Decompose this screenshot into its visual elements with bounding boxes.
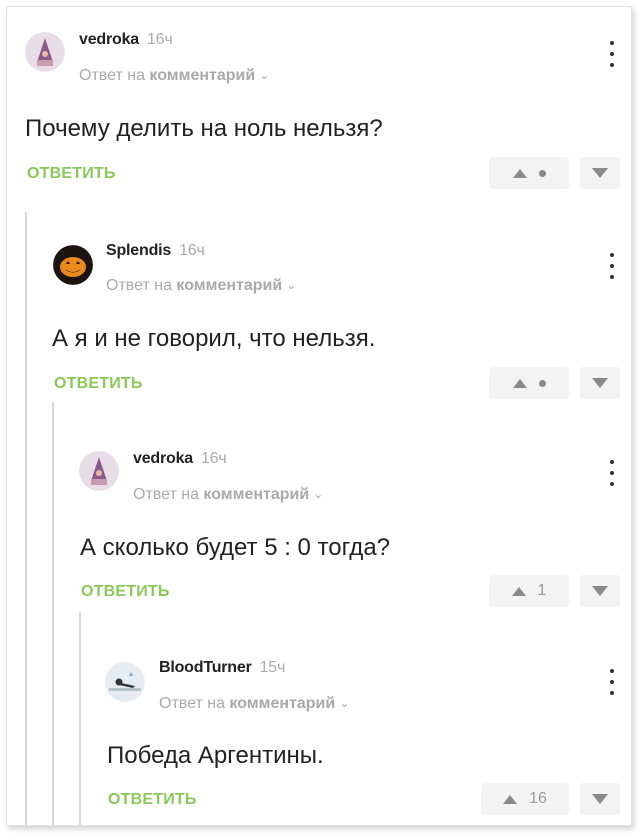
rating-dot — [538, 379, 546, 387]
kebab-menu-icon[interactable] — [607, 669, 617, 695]
thread-line-level-1 — [25, 212, 27, 825]
comment-time: 16ч — [200, 450, 227, 467]
upvote-icon — [512, 168, 527, 178]
chevron-down-icon: ⌄ — [313, 487, 324, 501]
downvote-button[interactable] — [580, 367, 620, 399]
downvote-icon — [592, 586, 608, 596]
upvote-control[interactable]: 16 — [481, 783, 569, 815]
pumpkin-avatar[interactable] — [53, 245, 93, 285]
rating-dot — [538, 169, 546, 177]
chevron-down-icon: ⌄ — [339, 696, 350, 710]
chevron-down-icon: ⌄ — [286, 278, 297, 292]
reply-button[interactable]: ОТВЕТИТЬ — [108, 791, 197, 809]
gnome-hat-avatar[interactable] — [25, 32, 65, 72]
downvote-icon — [592, 168, 608, 178]
person-lying-avatar[interactable] — [105, 662, 145, 702]
gnome-hat-avatar[interactable] — [79, 451, 119, 491]
comment-username[interactable]: Splendis 16ч — [106, 242, 205, 260]
thread-line-level-3 — [79, 612, 81, 825]
rating-count: 1 — [537, 582, 547, 599]
downvote-button[interactable] — [580, 575, 620, 607]
comment-username[interactable]: vedroka 16ч — [79, 31, 173, 49]
upvote-control[interactable]: 1 — [489, 575, 569, 607]
rating-count: 16 — [529, 790, 547, 807]
reply-to-link[interactable]: Ответ на комментарий ⌄ — [79, 67, 269, 85]
thread-line-level-2 — [52, 402, 54, 825]
comment-username[interactable]: vedroka 16ч — [133, 450, 227, 468]
downvote-icon — [592, 378, 608, 388]
upvote-icon — [512, 378, 527, 388]
comment-text: А сколько будет 5 : 0 тогда? — [80, 534, 391, 561]
comment-text: Почему делить на ноль нельзя? — [25, 115, 383, 142]
reply-to-link[interactable]: Ответ на комментарий ⌄ — [159, 695, 349, 713]
kebab-menu-icon[interactable] — [607, 41, 617, 67]
upvote-icon — [503, 794, 518, 804]
kebab-menu-icon[interactable] — [607, 460, 617, 486]
comment-time: 15ч — [259, 659, 286, 676]
upvote-control[interactable] — [489, 367, 569, 399]
comment-username[interactable]: BloodTurner 15ч — [159, 659, 285, 677]
comment-text: А я и не говорил, что нельзя. — [52, 325, 376, 352]
comment-time: 16ч — [146, 31, 173, 48]
comment-text: Победа Аргентины. — [107, 742, 324, 769]
reply-button[interactable]: ОТВЕТИТЬ — [81, 583, 170, 601]
downvote-button[interactable] — [580, 783, 620, 815]
downvote-icon — [592, 794, 608, 804]
chevron-down-icon: ⌄ — [259, 68, 270, 82]
comment-time: 16ч — [179, 242, 205, 259]
upvote-icon — [511, 586, 526, 596]
reply-button[interactable]: ОТВЕТИТЬ — [27, 165, 116, 183]
kebab-menu-icon[interactable] — [607, 253, 617, 279]
downvote-button[interactable] — [580, 157, 620, 189]
reply-to-link[interactable]: Ответ на комментарий ⌄ — [106, 277, 296, 295]
reply-to-link[interactable]: Ответ на комментарий ⌄ — [133, 486, 323, 504]
reply-button[interactable]: ОТВЕТИТЬ — [54, 375, 143, 393]
comments-panel: vedroka 16ч Ответ на комментарий ⌄ Почему … — [6, 6, 632, 826]
upvote-control[interactable] — [489, 157, 569, 189]
